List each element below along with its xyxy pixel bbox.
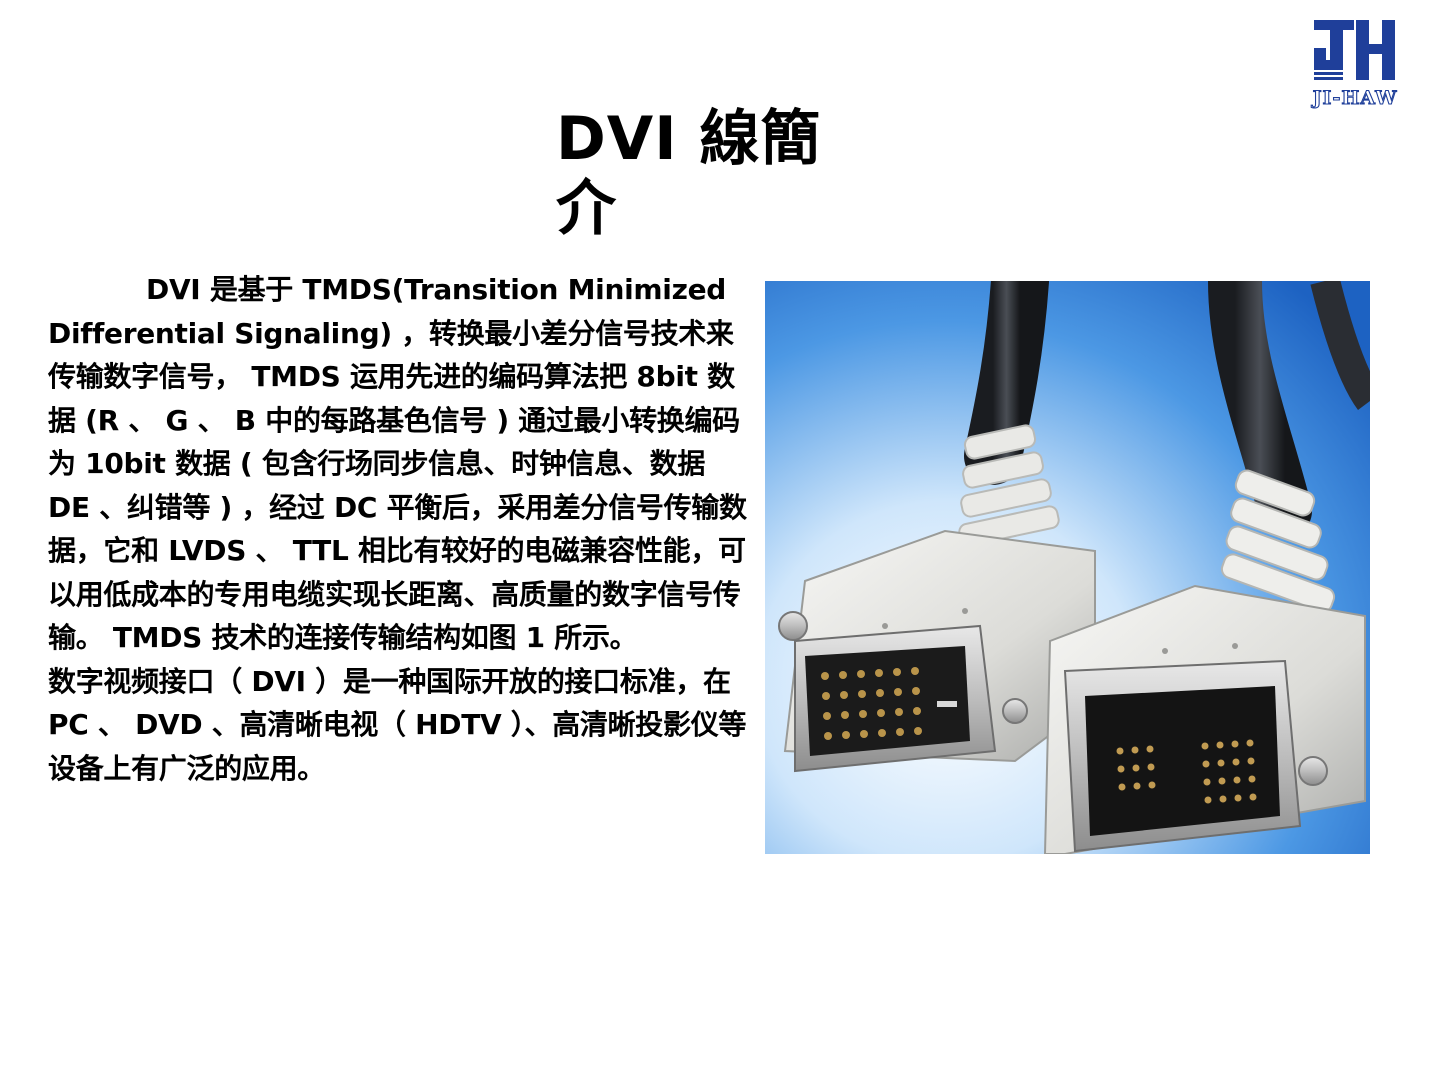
- ji-haw-logo: JI-HAW: [1296, 16, 1414, 110]
- dvi-cable-illustration: [765, 281, 1370, 854]
- slide-title: DVI 線簡介: [556, 104, 822, 244]
- dvi-cable-photo: [765, 281, 1370, 854]
- paragraph-dvi-standard: 数字视频接口（ DVI ）是一种国际开放的接口标准，在 PC 、 DVD 、高清…: [48, 664, 747, 785]
- paragraph-tmds: DVI 是基于 TMDS(Transition Minimized Differ…: [48, 273, 747, 654]
- svg-text:JI-HAW: JI-HAW: [1311, 87, 1398, 109]
- ji-haw-logo-graphic: JI-HAW: [1310, 20, 1398, 110]
- body-text: DVI 是基于 TMDS(Transition Minimized Differ…: [48, 268, 748, 790]
